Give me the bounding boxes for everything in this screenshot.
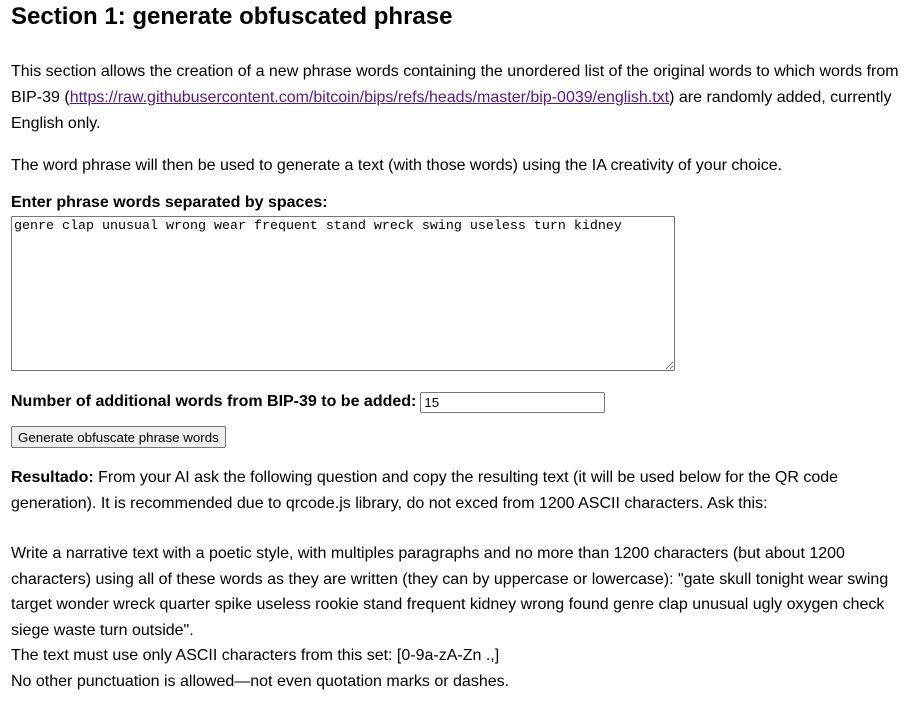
section-1: Section 1: generate obfuscated phrase Th… [0,0,918,694]
phrase-input-label: Enter phrase words separated by spaces: [11,194,328,211]
result-text: From your AI ask the following question … [11,469,839,512]
intro-paragraph: This section allows the creation of a ne… [11,59,907,137]
phrase-words-textarea[interactable]: genre clap unusual wrong wear frequent s… [11,216,675,371]
result-label: Resultado: [11,469,94,486]
question-line-2: The text must use only ASCII characters … [11,647,500,664]
question-line-1: Write a narrative text with a poetic sty… [11,545,889,639]
section-title: Section 1: generate obfuscated phrase [11,3,453,30]
bip39-wordlist-link[interactable]: https://raw.githubusercontent.com/bitcoi… [70,89,669,106]
generate-obfuscate-button[interactable]: Generate obfuscate phrase words [11,426,226,448]
additional-words-row: Number of additional words from BIP-39 t… [11,391,907,413]
usage-paragraph: The word phrase will then be used to gen… [11,157,783,174]
additional-words-label: Number of additional words from BIP-39 t… [11,393,417,410]
additional-words-input[interactable] [420,391,606,413]
ai-question: Write a narrative text with a poetic sty… [11,541,907,694]
result-paragraph: Resultado: From your AI ask the followin… [11,465,907,516]
question-line-3: No other punctuation is allowed—not even… [11,672,510,690]
